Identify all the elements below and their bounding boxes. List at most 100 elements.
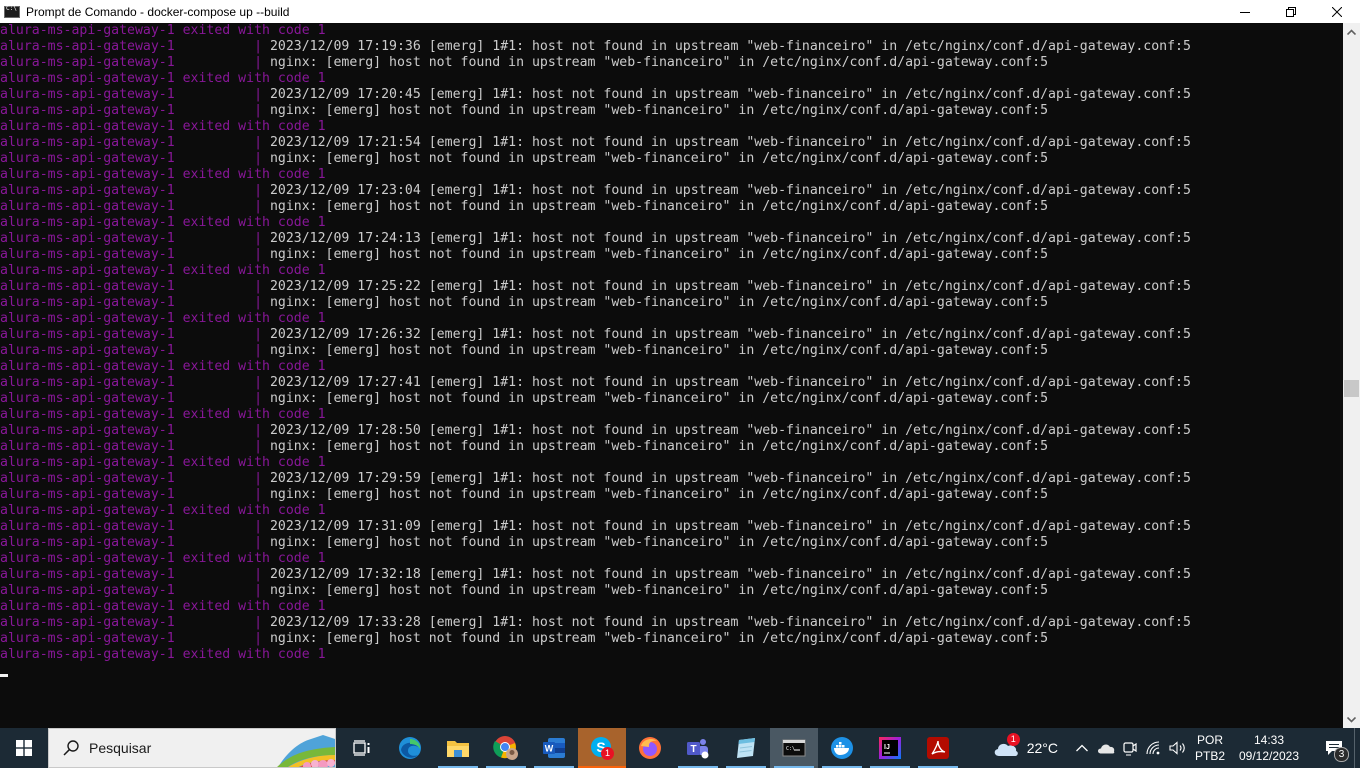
service-prefix: alura-ms-api-gateway-1 exited with code … (0, 455, 326, 470)
service-prefix: alura-ms-api-gateway-1 | (0, 327, 270, 342)
system-tray: 1 22°C POR PTB2 14:33 09/12/2023 3 (993, 728, 1360, 768)
service-prefix: alura-ms-api-gateway-1 | (0, 487, 270, 502)
svg-text:IJ: IJ (884, 744, 890, 751)
chevron-up-icon (1076, 744, 1088, 752)
intellij-icon: IJ (879, 737, 901, 759)
terminal-line: alura-ms-api-gateway-1 | nginx: [emerg] … (0, 247, 1343, 263)
vertical-scrollbar[interactable] (1343, 23, 1360, 728)
log-message: nginx: [emerg] host not found in upstrea… (269, 151, 1049, 166)
terminal-line: alura-ms-api-gateway-1 | 2023/12/09 17:3… (0, 567, 1343, 583)
svg-text:C:\: C:\ (786, 746, 795, 752)
network-button[interactable] (1142, 728, 1166, 768)
close-button[interactable] (1314, 0, 1360, 23)
volume-button[interactable] (1166, 728, 1190, 768)
terminal-line: alura-ms-api-gateway-1 exited with code … (0, 311, 1343, 327)
terminal-line: alura-ms-api-gateway-1 | nginx: [emerg] … (0, 439, 1343, 455)
service-prefix: alura-ms-api-gateway-1 exited with code … (0, 23, 326, 38)
log-message: nginx: [emerg] host not found in upstrea… (269, 247, 1049, 262)
start-button[interactable] (0, 728, 48, 768)
taskbar-apps: W S 1 T C:\ IJ (338, 728, 962, 768)
window-title: Prompt de Comando - docker-compose up --… (26, 4, 290, 19)
onedrive-button[interactable] (1094, 728, 1118, 768)
taskbar-app-chrome[interactable] (482, 728, 530, 768)
terminal-line: alura-ms-api-gateway-1 | nginx: [emerg] … (0, 55, 1343, 71)
firefox-icon (638, 736, 662, 760)
terminal-line: alura-ms-api-gateway-1 | nginx: [emerg] … (0, 487, 1343, 503)
service-prefix: alura-ms-api-gateway-1 | (0, 343, 270, 358)
taskbar-app-docker[interactable] (818, 728, 866, 768)
service-prefix: alura-ms-api-gateway-1 | (0, 567, 270, 582)
weather-widget[interactable]: 1 22°C (993, 733, 1058, 757)
log-message: nginx: [emerg] host not found in upstrea… (269, 103, 1049, 118)
terminal-output[interactable]: alura-ms-api-gateway-1 exited with code … (0, 23, 1343, 728)
terminal-line: alura-ms-api-gateway-1 | 2023/12/09 17:2… (0, 87, 1343, 103)
service-prefix: alura-ms-api-gateway-1 | (0, 231, 270, 246)
taskbar-app-edge[interactable] (386, 728, 434, 768)
search-box[interactable]: Pesquisar (48, 728, 336, 768)
service-prefix: alura-ms-api-gateway-1 | (0, 103, 270, 118)
scroll-thumb[interactable] (1344, 380, 1359, 398)
chevron-up-icon (1347, 28, 1356, 35)
show-hidden-icons-button[interactable] (1070, 728, 1094, 768)
log-message: nginx: [emerg] host not found in upstrea… (269, 583, 1049, 598)
notification-center-button[interactable]: 3 (1314, 728, 1354, 768)
terminal-line: alura-ms-api-gateway-1 | nginx: [emerg] … (0, 199, 1343, 215)
camera-button[interactable] (1118, 728, 1142, 768)
clock-date: 09/12/2023 (1238, 749, 1300, 763)
terminal-line: alura-ms-api-gateway-1 | 2023/12/09 17:1… (0, 39, 1343, 55)
taskbar-app-intellij[interactable]: IJ (866, 728, 914, 768)
language-indicator[interactable]: POR PTB2 (1192, 732, 1228, 764)
terminal-line: alura-ms-api-gateway-1 | 2023/12/09 17:2… (0, 135, 1343, 151)
service-prefix: alura-ms-api-gateway-1 | (0, 39, 270, 54)
service-prefix: alura-ms-api-gateway-1 | (0, 583, 270, 598)
log-message: 2023/12/09 17:28:50 [emerg] 1#1: host no… (269, 423, 1191, 438)
search-highlight-image (277, 735, 335, 767)
title-bar: Prompt de Comando - docker-compose up --… (0, 0, 1360, 23)
log-message: 2023/12/09 17:25:22 [emerg] 1#1: host no… (269, 279, 1191, 294)
taskbar-app-task-view[interactable] (338, 728, 386, 768)
word-icon: W (542, 737, 566, 759)
search-icon (63, 740, 79, 756)
terminal-line: alura-ms-api-gateway-1 exited with code … (0, 215, 1343, 231)
scroll-down-button[interactable] (1343, 711, 1360, 728)
keyboard-layout: PTB2 (1194, 749, 1225, 763)
service-prefix: alura-ms-api-gateway-1 | (0, 247, 270, 262)
service-prefix: alura-ms-api-gateway-1 | (0, 375, 270, 390)
clock[interactable]: 14:33 09/12/2023 (1232, 732, 1306, 764)
minimize-button[interactable] (1222, 0, 1268, 23)
taskbar-app-firefox[interactable] (626, 728, 674, 768)
taskbar-app-word[interactable]: W (530, 728, 578, 768)
svg-text:T: T (690, 744, 696, 755)
log-message: 2023/12/09 17:32:18 [emerg] 1#1: host no… (269, 567, 1191, 582)
taskbar-app-skype[interactable]: S1 (578, 728, 626, 768)
task-view-icon (353, 740, 371, 756)
show-desktop-button[interactable] (1354, 728, 1360, 768)
restore-icon (1286, 6, 1296, 17)
taskbar-app-command-prompt[interactable]: C:\ (770, 728, 818, 768)
log-message: nginx: [emerg] host not found in upstrea… (269, 55, 1049, 70)
terminal-line: alura-ms-api-gateway-1 | nginx: [emerg] … (0, 343, 1343, 359)
search-placeholder: Pesquisar (89, 740, 152, 756)
terminal-line: alura-ms-api-gateway-1 exited with code … (0, 119, 1343, 135)
taskbar-app-notepad[interactable] (722, 728, 770, 768)
scroll-up-button[interactable] (1343, 23, 1360, 40)
terminal-line: alura-ms-api-gateway-1 | 2023/12/09 17:2… (0, 183, 1343, 199)
service-prefix: alura-ms-api-gateway-1 | (0, 423, 270, 438)
service-prefix: alura-ms-api-gateway-1 exited with code … (0, 359, 326, 374)
teams-icon: T (686, 737, 710, 759)
terminal-line: alura-ms-api-gateway-1 | nginx: [emerg] … (0, 151, 1343, 167)
terminal-line: alura-ms-api-gateway-1 exited with code … (0, 167, 1343, 183)
service-prefix: alura-ms-api-gateway-1 exited with code … (0, 167, 326, 182)
taskbar-app-acrobat[interactable] (914, 728, 962, 768)
taskbar-app-file-explorer[interactable] (434, 728, 482, 768)
service-prefix: alura-ms-api-gateway-1 exited with code … (0, 71, 326, 86)
restore-button[interactable] (1268, 0, 1314, 23)
taskbar-app-teams[interactable]: T (674, 728, 722, 768)
service-prefix: alura-ms-api-gateway-1 | (0, 439, 270, 454)
log-message: 2023/12/09 17:24:13 [emerg] 1#1: host no… (269, 231, 1191, 246)
terminal-line: alura-ms-api-gateway-1 | 2023/12/09 17:2… (0, 279, 1343, 295)
terminal-line: alura-ms-api-gateway-1 exited with code … (0, 503, 1343, 519)
temperature: 22°C (1026, 740, 1058, 756)
log-message: 2023/12/09 17:20:45 [emerg] 1#1: host no… (269, 87, 1191, 102)
wifi-icon (1146, 741, 1160, 755)
